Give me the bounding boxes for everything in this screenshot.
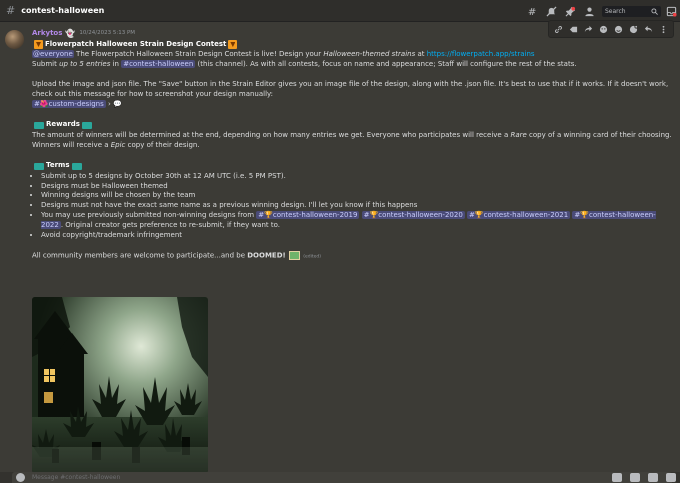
intro-line-1: @everyone The Flowerpatch Halloween Stra… — [32, 50, 672, 60]
svg-text:#: # — [527, 7, 535, 17]
terms-heading: Terms — [32, 161, 672, 172]
rarity-epic: Epic — [110, 140, 126, 149]
threads-icon[interactable]: # — [523, 2, 541, 20]
list-item-text: . Original creator gets preference to re… — [60, 221, 280, 230]
list-item: Designs must not have the exact same nam… — [41, 201, 672, 211]
channel-title: contest-halloween — [21, 5, 105, 15]
title-text: Flowerpatch Halloween Strain Design Cont… — [45, 39, 227, 48]
gif-icon[interactable] — [630, 473, 640, 482]
channel-link[interactable]: #contest-halloween — [121, 59, 196, 68]
message-header: Arkytos 👻 10/24/2023 5:13 PM — [32, 29, 672, 39]
channel-link-2019[interactable]: #🏆contest-halloween-2019 — [256, 211, 360, 220]
rewards-body: copy of their design. — [125, 140, 200, 149]
list-item: Designs must be Halloween themed — [41, 182, 672, 192]
intro-emphasis: up to 5 entries — [59, 59, 111, 68]
channel-header: # contest-halloween # Search — [0, 0, 680, 22]
upload-instructions: Upload the image and json file. The "Sav… — [32, 79, 669, 98]
badge-icon — [81, 121, 92, 129]
badge-icon — [34, 121, 44, 129]
channel-hash-icon: # — [6, 3, 16, 17]
custom-designs-channel-link[interactable]: #🌺custom-designs — [32, 99, 106, 108]
closing-bold: DOOMED — [247, 251, 283, 260]
intro-text: in — [110, 59, 122, 68]
terms-heading-text: Terms — [46, 161, 70, 170]
intro-text: at — [415, 50, 427, 58]
composer-tools — [604, 473, 676, 482]
everyone-mention[interactable]: @everyone — [32, 50, 74, 58]
emoji-icon[interactable] — [666, 473, 676, 482]
timestamp: 10/24/2023 5:13 PM — [79, 30, 136, 37]
attached-image[interactable] — [32, 297, 208, 473]
closing-text: All community members are welcome to par… — [32, 251, 248, 260]
gift-icon[interactable] — [612, 473, 622, 482]
search-icon[interactable] — [647, 2, 661, 20]
intro-emphasis: Halloween-themed strains — [323, 50, 416, 58]
intro-text: (this channel). As with all contests, fo… — [195, 59, 577, 68]
list-item: Winning designs will be chosen by the te… — [41, 191, 672, 201]
avatar[interactable] — [5, 30, 24, 49]
author-name[interactable]: Arkytos — [32, 29, 62, 39]
list-item-text: You may use previously submitted non-win… — [41, 211, 257, 220]
list-item: Avoid copyright/trademark infringement — [41, 231, 672, 241]
composer-bar: Message #contest-halloween — [0, 472, 680, 483]
closing-line: All community members are welcome to par… — [32, 251, 672, 261]
message-input[interactable]: Message #contest-halloween — [12, 472, 672, 483]
rewards-heading-text: Rewards — [46, 120, 80, 129]
rarity-rare: Rare — [510, 130, 527, 139]
framed-picture-icon — [288, 251, 300, 261]
list-item: You may use previously submitted non-win… — [41, 211, 672, 231]
badge-icon — [71, 162, 82, 170]
intro-line-2: Submit up to 5 entries in #contest-hallo… — [32, 59, 672, 70]
upload-link-line: #🌺custom-designs › 💬 — [32, 99, 672, 110]
rewards-text: The amount of winners will be determined… — [32, 131, 672, 151]
pin-icon[interactable] — [561, 2, 579, 20]
attach-plus-icon[interactable] — [16, 473, 25, 482]
list-item: Submit up to 5 designs by October 30th a… — [41, 172, 672, 182]
members-icon[interactable] — [580, 2, 598, 20]
intro-text: Submit — [32, 59, 60, 68]
role-emoji: 👻 — [65, 29, 76, 39]
jack-o-lantern-icon — [34, 40, 43, 49]
terms-list: Submit up to 5 designs by October 30th a… — [32, 172, 672, 242]
message-title: Flowerpatch Halloween Strain Design Cont… — [32, 39, 672, 50]
channel-link-2020[interactable]: #🏆contest-halloween-2020 — [361, 211, 465, 220]
header-toolbar: # Search — [522, 0, 680, 22]
rewards-body: The amount of winners will be determined… — [32, 130, 511, 139]
badge-icon — [34, 162, 44, 170]
mute-icon[interactable] — [542, 2, 560, 20]
inbox-icon[interactable] — [662, 2, 680, 20]
closing-excl: ! — [282, 251, 286, 260]
message: Arkytos 👻 10/24/2023 5:13 PM Flowerpatch… — [32, 29, 672, 262]
channel-link-2021[interactable]: #🏆contest-halloween-2021 — [467, 211, 571, 220]
sticker-icon[interactable] — [648, 473, 658, 482]
edited-label: (edited) — [303, 254, 321, 260]
intro-text: The Flowerpatch Halloween Strain Design … — [73, 50, 324, 58]
rewards-heading: Rewards — [32, 120, 672, 131]
jack-o-lantern-icon — [228, 40, 238, 49]
chevron-right-icon: › — [108, 99, 111, 108]
message-link-icon[interactable]: 💬 — [113, 100, 122, 108]
strains-link[interactable]: https://flowerpatch.app/strains — [427, 50, 535, 58]
